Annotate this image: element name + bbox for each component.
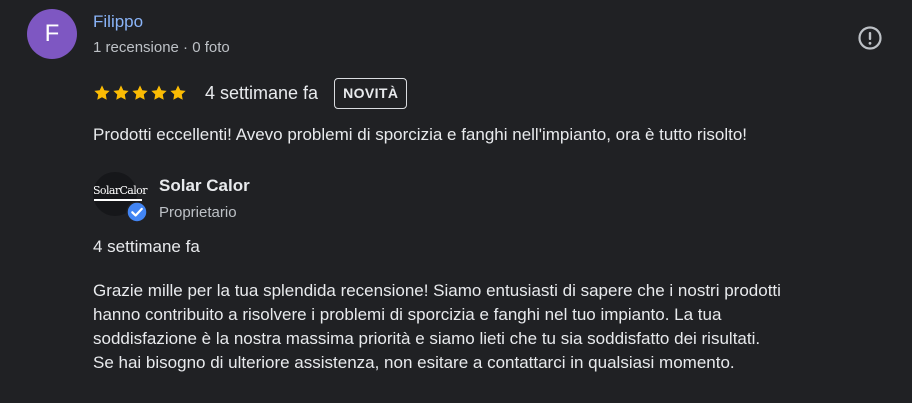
alert-circle-icon[interactable] [856,24,884,52]
reply-line: hanno contribuito a risolvere i problemi… [93,305,722,324]
rating-row: 4 settimane fa NOVITÀ [93,77,408,109]
author-stats: 1 recensione · 0 foto [93,39,230,56]
star-icon [113,85,129,100]
owner-role: Proprietario [159,204,237,221]
owner-name[interactable]: Solar Calor [159,176,250,196]
star-rating [93,84,187,102]
new-badge: NOVITÀ [334,77,408,109]
verified-badge-icon [126,201,148,223]
star-icon [151,85,167,100]
author-avatar[interactable]: F [27,9,77,59]
review-time: 4 settimane fa [205,82,319,103]
reply-time: 4 settimane fa [93,237,200,256]
report-button[interactable] [856,24,884,52]
reply-line: Se hai bisogno di ulteriore assistenza, … [93,353,735,372]
star-icon [170,85,186,100]
reply-line: soddisfazione è la nostra massima priori… [93,329,761,348]
star-icon [132,85,148,100]
review-text: Prodotti eccellenti! Avevo problemi di s… [93,125,748,144]
reply-text: Grazie mille per la tua splendida recens… [93,279,905,375]
reply-line: Grazie mille per la tua splendida recens… [93,281,781,300]
author-name[interactable]: Filippo [93,12,143,32]
owner-logo-text: SolarCalor [93,184,147,197]
star-icon [94,85,110,100]
